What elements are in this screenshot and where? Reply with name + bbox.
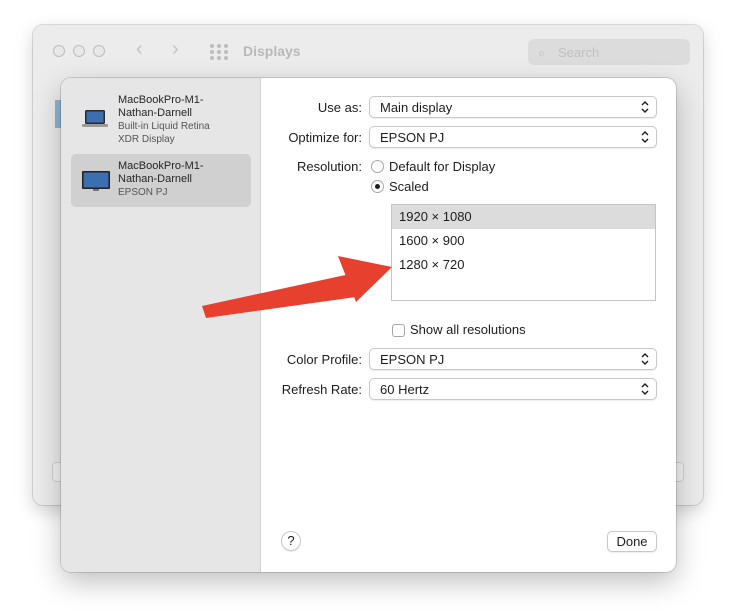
search-placeholder: Search xyxy=(558,45,600,60)
display-subtitle: Built-in Liquid Retina xyxy=(118,121,210,132)
refresh-rate-popup[interactable]: 60 Hertz xyxy=(369,378,657,400)
display-settings-panel: Use as: Main display Optimize for: EPSON… xyxy=(261,78,676,572)
list-item-resolution[interactable]: 1280 × 720 xyxy=(392,253,655,277)
resolution-text: 1920 × 1080 xyxy=(399,209,472,224)
resolution-label: Resolution: xyxy=(296,159,362,174)
monitor-icon xyxy=(82,171,110,191)
optimize-for-value: EPSON PJ xyxy=(380,130,445,145)
refresh-rate-value: 60 Hertz xyxy=(380,382,430,397)
minimize-window-button[interactable] xyxy=(73,45,85,57)
laptop-icon xyxy=(82,110,108,127)
color-profile-label: Color Profile: xyxy=(286,352,362,367)
zoom-window-button[interactable] xyxy=(93,45,105,57)
chevron-updown-icon xyxy=(641,353,649,365)
display-name: MacBookPro-M1- xyxy=(118,94,204,106)
display-subtitle: EPSON PJ xyxy=(118,187,168,198)
use-as-value: Main display xyxy=(380,100,453,115)
display-name: MacBookPro-M1- xyxy=(118,160,204,172)
resolution-list[interactable]: 1920 × 1080 1600 × 900 1280 × 720 xyxy=(391,204,656,301)
display-settings-sheet: MacBookPro-M1- Nathan-Darnell Built-in L… xyxy=(61,78,676,572)
show-all-grid-icon[interactable] xyxy=(210,44,230,60)
display-item-builtin[interactable]: MacBookPro-M1- Nathan-Darnell Built-in L… xyxy=(71,88,251,145)
search-field[interactable]: ⌕ Search xyxy=(528,39,690,65)
chevron-updown-icon xyxy=(641,383,649,395)
list-item-resolution[interactable]: 1600 × 900 xyxy=(392,229,655,253)
help-button[interactable]: ? xyxy=(281,531,301,551)
show-all-resolutions-label: Show all resolutions xyxy=(410,322,526,337)
window-title: Displays xyxy=(243,43,301,59)
color-profile-value: EPSON PJ xyxy=(380,352,445,367)
display-list-sidebar: MacBookPro-M1- Nathan-Darnell Built-in L… xyxy=(61,78,261,572)
list-item-resolution[interactable]: 1920 × 1080 xyxy=(392,205,655,229)
optimize-for-label: Optimize for: xyxy=(288,130,362,145)
radio-scaled[interactable] xyxy=(371,180,384,193)
resolution-text: 1280 × 720 xyxy=(399,257,465,272)
use-as-popup[interactable]: Main display xyxy=(369,96,657,118)
chevron-updown-icon xyxy=(641,131,649,143)
optimize-for-popup[interactable]: EPSON PJ xyxy=(369,126,657,148)
display-item-epson[interactable]: MacBookPro-M1- Nathan-Darnell EPSON PJ xyxy=(71,154,251,207)
radio-scaled-label: Scaled xyxy=(389,179,429,194)
radio-default-for-display[interactable] xyxy=(371,160,384,173)
use-as-label: Use as: xyxy=(317,100,362,115)
color-profile-popup[interactable]: EPSON PJ xyxy=(369,348,657,370)
forward-arrow-icon[interactable]: › xyxy=(172,38,179,61)
radio-default-label: Default for Display xyxy=(389,159,496,174)
display-name: Nathan-Darnell xyxy=(118,173,192,185)
refresh-rate-label: Refresh Rate: xyxy=(281,382,362,397)
display-name: Nathan-Darnell xyxy=(118,107,192,119)
search-icon: ⌕ xyxy=(538,45,546,60)
display-subtitle: XDR Display xyxy=(118,134,175,145)
close-window-button[interactable] xyxy=(53,45,65,57)
done-button[interactable]: Done xyxy=(607,531,657,552)
resolution-text: 1600 × 900 xyxy=(399,233,465,248)
back-arrow-icon[interactable]: ‹ xyxy=(136,38,143,61)
show-all-resolutions-checkbox[interactable] xyxy=(392,324,405,337)
chevron-updown-icon xyxy=(641,101,649,113)
